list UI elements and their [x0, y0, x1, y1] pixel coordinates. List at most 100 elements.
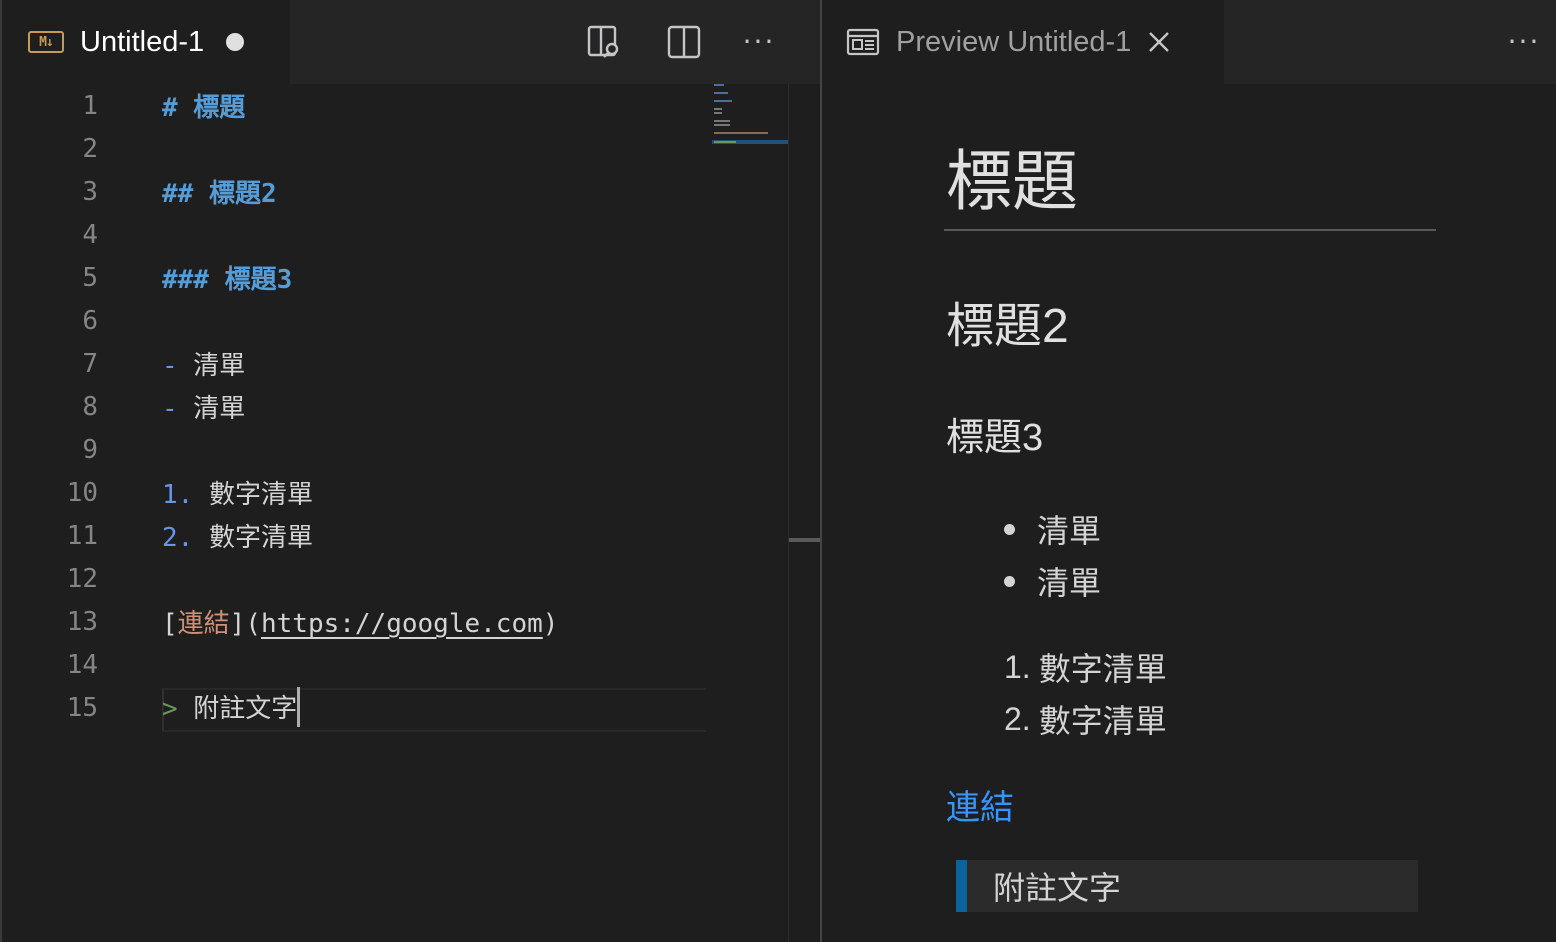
scrollbar-cursor-marker	[789, 538, 823, 542]
code-token: ](	[229, 609, 261, 639]
preview-heading-1: 標題	[946, 144, 1078, 218]
editor-line[interactable]: 6	[2, 299, 788, 342]
line-content: - 清單	[162, 388, 245, 425]
code-editor[interactable]: 1 # 標題 2 3 ## 標題2 4 5 ### 標題3 6 7 - 清單 8 - 清單 9 10 1. 數…	[2, 84, 823, 942]
editor-tab-bar: M↓ Untitled-1 ···	[2, 0, 820, 84]
preview-more-actions-button[interactable]: ···	[1504, 22, 1544, 62]
line-number: 2	[82, 133, 98, 164]
split-editor-button[interactable]	[664, 22, 704, 62]
editor-line[interactable]: 11 2. 數字清單	[2, 514, 788, 557]
list-item: 清單	[1004, 558, 1101, 604]
vscode-window: M↓ Untitled-1 ··· 1 # 標題 2 3 ## 標題2 4 5 …	[0, 0, 1556, 942]
tab-title: Untitled-1	[80, 25, 205, 58]
editor-line[interactable]: 1 # 標題	[2, 84, 788, 127]
line-number: 1	[82, 90, 98, 121]
code-token: 1.	[162, 480, 194, 510]
numbered-list-item: 2. 數字清單	[1004, 696, 1167, 742]
editor-group-left: M↓ Untitled-1 ··· 1 # 標題 2 3 ## 標題2 4 5 …	[0, 0, 823, 942]
text-cursor	[297, 687, 301, 728]
bullet-icon	[1004, 575, 1015, 587]
code-token: # 標題	[162, 93, 246, 123]
line-number: 6	[82, 305, 98, 336]
code-token: 數字清單	[193, 480, 313, 510]
bullet-icon	[1004, 523, 1015, 535]
list-item-text: 清單	[1037, 513, 1102, 549]
editor-line[interactable]: 12	[2, 557, 788, 600]
preview-heading-3: 標題3	[946, 417, 1044, 459]
code-token: >	[162, 693, 178, 724]
code-token: 2.	[162, 523, 194, 553]
tab-preview-untitled-1[interactable]: Preview Untitled-1	[822, 0, 1224, 84]
editor-line[interactable]: 8 - 清單	[2, 385, 788, 428]
markdown-preview[interactable]: 標題 標題2 標題3 清單 清單 1. 數字清單 2. 數字清單 連結 附註文字	[822, 84, 1556, 942]
line-content: > 附註文字	[162, 687, 301, 728]
editor-line[interactable]: 5 ### 標題3	[2, 256, 788, 299]
code-token: 清單	[177, 394, 246, 424]
close-icon[interactable]	[1145, 28, 1173, 56]
split-editor-icon	[667, 25, 701, 59]
vertical-scrollbar[interactable]	[788, 84, 823, 942]
editor-line[interactable]: 9	[2, 428, 788, 471]
tab-untitled-1[interactable]: M↓ Untitled-1	[2, 0, 290, 84]
blockquote-text: 附註文字	[993, 870, 1122, 906]
code-token: [	[162, 609, 178, 639]
editor-line[interactable]: 3 ## 標題2	[2, 170, 788, 213]
line-number: 5	[82, 262, 98, 293]
line-number: 12	[66, 563, 98, 594]
open-preview-to-side-icon	[587, 25, 619, 58]
code-token: -	[162, 351, 178, 381]
preview-heading-2: 標題2	[946, 300, 1069, 353]
line-number: 13	[66, 606, 98, 637]
line-content: 2. 數字清單	[162, 517, 313, 554]
code-token: ## 標題2	[162, 179, 277, 209]
code-token: 數字清單	[193, 523, 313, 553]
editor-line[interactable]: 15 > 附註文字	[2, 686, 788, 729]
code-token: -	[162, 394, 178, 424]
list-item-text: 數字清單	[1038, 703, 1167, 739]
preview-icon	[846, 28, 880, 56]
preview-blockquote: 附註文字	[956, 860, 1418, 912]
markdown-icon: M↓	[28, 31, 64, 53]
unsaved-dot-icon[interactable]	[226, 33, 245, 51]
code-token: ### 標題3	[162, 265, 293, 295]
code-token: )	[542, 609, 559, 639]
heading-underline	[944, 229, 1436, 231]
line-content: - 清單	[162, 345, 245, 382]
line-number: 10	[66, 477, 98, 508]
line-content: [連結](https://google.com)	[162, 603, 558, 640]
list-number: 1.	[1004, 648, 1031, 685]
code-token: 附註文字	[177, 693, 298, 724]
preview-link[interactable]: 連結	[946, 780, 1014, 829]
line-number: 9	[82, 434, 98, 465]
list-item-text: 數字清單	[1038, 651, 1167, 687]
more-actions-button[interactable]: ···	[739, 22, 779, 62]
preview-tab-title: Preview Untitled-1	[896, 25, 1132, 58]
editor-group-right: Preview Untitled-1 ··· 標題 標題2 標題3 清單 清單	[822, 0, 1556, 942]
open-preview-to-side-button[interactable]	[584, 22, 624, 62]
list-item-text: 清單	[1037, 565, 1102, 601]
line-content: # 標題	[162, 87, 245, 124]
line-content: ## 標題2	[162, 173, 277, 210]
line-number: 4	[82, 219, 98, 250]
editor-line[interactable]: 13 [連結](https://google.com)	[2, 600, 788, 643]
editor-line[interactable]: 2	[2, 127, 788, 170]
line-number: 11	[66, 520, 98, 551]
line-number: 14	[66, 649, 98, 680]
editor-line[interactable]: 10 1. 數字清單	[2, 471, 788, 514]
line-content: ### 標題3	[162, 259, 292, 296]
minimap[interactable]	[712, 84, 788, 154]
code-token: https://google.com	[260, 609, 543, 639]
line-number: 7	[82, 348, 98, 379]
list-item: 清單	[1004, 506, 1101, 552]
code-token: 清單	[177, 351, 246, 381]
line-number: 15	[66, 692, 98, 723]
line-content: 1. 數字清單	[162, 474, 313, 511]
preview-tab-bar: Preview Untitled-1 ···	[822, 0, 1556, 84]
list-number: 2.	[1004, 700, 1031, 737]
line-number: 8	[82, 391, 98, 422]
editor-line[interactable]: 7 - 清單	[2, 342, 788, 385]
editor-line[interactable]: 4	[2, 213, 788, 256]
editor-line[interactable]: 14	[2, 643, 788, 686]
line-number: 3	[82, 176, 98, 207]
ellipsis-icon: ···	[742, 25, 776, 58]
